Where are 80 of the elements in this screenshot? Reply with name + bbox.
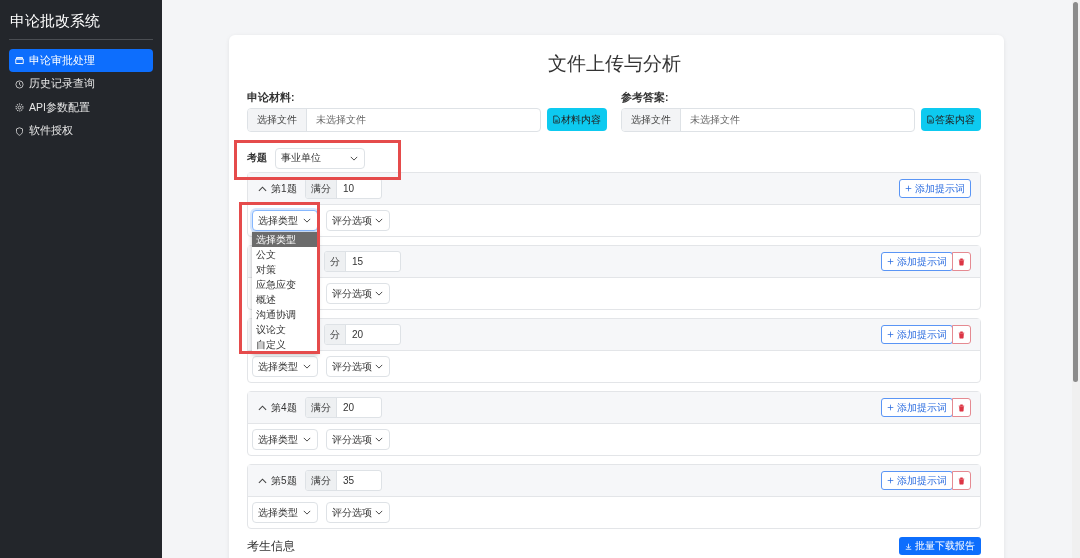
file-input[interactable]: 选择文件 未选择文件 xyxy=(247,108,541,132)
question-title: 第4题 xyxy=(271,400,297,415)
score-input[interactable]: 满分 10 xyxy=(305,178,382,199)
exam-label: 考题 xyxy=(247,151,267,165)
grading-select[interactable]: 评分选项 xyxy=(326,502,390,523)
field-label: 申论材料: xyxy=(247,91,296,104)
plus-icon xyxy=(887,404,894,411)
question-title: 第5题 xyxy=(271,473,297,488)
add-prompt-button[interactable]: 添加提示词 xyxy=(881,252,953,271)
file-icon xyxy=(927,115,934,124)
score-input[interactable]: 分 15 xyxy=(324,251,401,272)
nav-item[interactable]: 软件授权 xyxy=(9,119,153,143)
trash-icon xyxy=(958,257,965,266)
nav-item[interactable]: 申论审批处理 xyxy=(9,49,153,72)
question-title: 第1题 xyxy=(271,181,297,196)
chevron-down-icon xyxy=(375,437,383,442)
clock-icon xyxy=(15,79,24,89)
folder-icon xyxy=(15,56,24,65)
add-prompt-button[interactable]: 添加提示词 xyxy=(899,179,971,198)
score-input[interactable]: 分 20 xyxy=(324,324,401,345)
shield-icon xyxy=(15,126,24,136)
collapse-icon[interactable] xyxy=(258,185,267,192)
trash-icon xyxy=(958,476,965,485)
chevron-down-icon xyxy=(303,437,311,442)
chevron-down-icon xyxy=(375,510,383,515)
delete-button[interactable] xyxy=(952,325,971,344)
scrollbar[interactable] xyxy=(1072,0,1080,558)
add-prompt-button[interactable]: 添加提示词 xyxy=(881,398,953,417)
plus-icon xyxy=(887,258,894,265)
chevron-down-icon xyxy=(303,218,311,223)
trash-icon xyxy=(958,403,965,412)
content-button[interactable]: 答案内容 xyxy=(921,108,981,131)
delete-button[interactable] xyxy=(952,471,971,490)
add-prompt-button[interactable]: 添加提示词 xyxy=(881,325,953,344)
type-select[interactable]: 选择类型 xyxy=(252,210,318,231)
plus-icon xyxy=(905,185,912,192)
dropdown-option[interactable]: 应急应变 xyxy=(252,277,318,292)
dropdown-option[interactable]: 沟通协调 xyxy=(252,307,318,322)
download-icon xyxy=(905,542,912,550)
nav-item[interactable]: 历史记录查询 xyxy=(9,72,153,96)
file-icon xyxy=(553,115,560,124)
chevron-down-icon xyxy=(303,364,311,369)
plus-icon xyxy=(887,477,894,484)
chevron-down-icon xyxy=(375,364,383,369)
page-title: 文件上传与分析 xyxy=(546,52,682,76)
delete-button[interactable] xyxy=(952,398,971,417)
dropdown-option[interactable]: 对策 xyxy=(252,262,318,277)
trash-icon xyxy=(958,330,965,339)
section-title: 考生信息 xyxy=(247,537,295,555)
plus-icon xyxy=(887,331,894,338)
chevron-down-icon xyxy=(375,218,383,223)
score-input[interactable]: 满分 20 xyxy=(305,397,382,418)
grading-select[interactable]: 评分选项 xyxy=(326,429,390,450)
chevron-down-icon xyxy=(375,291,383,296)
download-button[interactable]: 批量下载报告 xyxy=(899,537,981,555)
content-button[interactable]: 材料内容 xyxy=(547,108,607,131)
field-label: 参考答案: xyxy=(621,91,670,104)
dropdown-option[interactable]: 自定义 xyxy=(252,337,318,352)
dropdown-option[interactable]: 概述 xyxy=(252,292,318,307)
grading-select[interactable]: 评分选项 xyxy=(326,283,390,304)
grading-select[interactable]: 评分选项 xyxy=(326,210,390,231)
type-select[interactable]: 选择类型 xyxy=(252,429,318,450)
chevron-down-icon xyxy=(350,155,358,161)
dropdown-option[interactable]: 选择类型 xyxy=(252,232,318,247)
delete-button[interactable] xyxy=(952,252,971,271)
grading-select[interactable]: 评分选项 xyxy=(326,356,390,377)
app-title: 申论批改系统 xyxy=(10,11,101,31)
chevron-down-icon xyxy=(303,510,311,515)
file-input[interactable]: 选择文件 未选择文件 xyxy=(621,108,915,132)
exam-select[interactable]: 事业单位 xyxy=(275,147,365,169)
dropdown-option[interactable]: 公文 xyxy=(252,247,318,262)
add-prompt-button[interactable]: 添加提示词 xyxy=(881,471,953,490)
type-select[interactable]: 选择类型 xyxy=(252,356,318,377)
dropdown-option[interactable]: 议论文 xyxy=(252,322,318,337)
nav-item[interactable]: API参数配置 xyxy=(9,96,153,119)
settings-icon xyxy=(15,103,24,112)
collapse-icon[interactable] xyxy=(258,404,267,411)
type-select[interactable]: 选择类型 xyxy=(252,502,318,523)
score-input[interactable]: 满分 35 xyxy=(305,470,382,491)
collapse-icon[interactable] xyxy=(258,477,267,484)
